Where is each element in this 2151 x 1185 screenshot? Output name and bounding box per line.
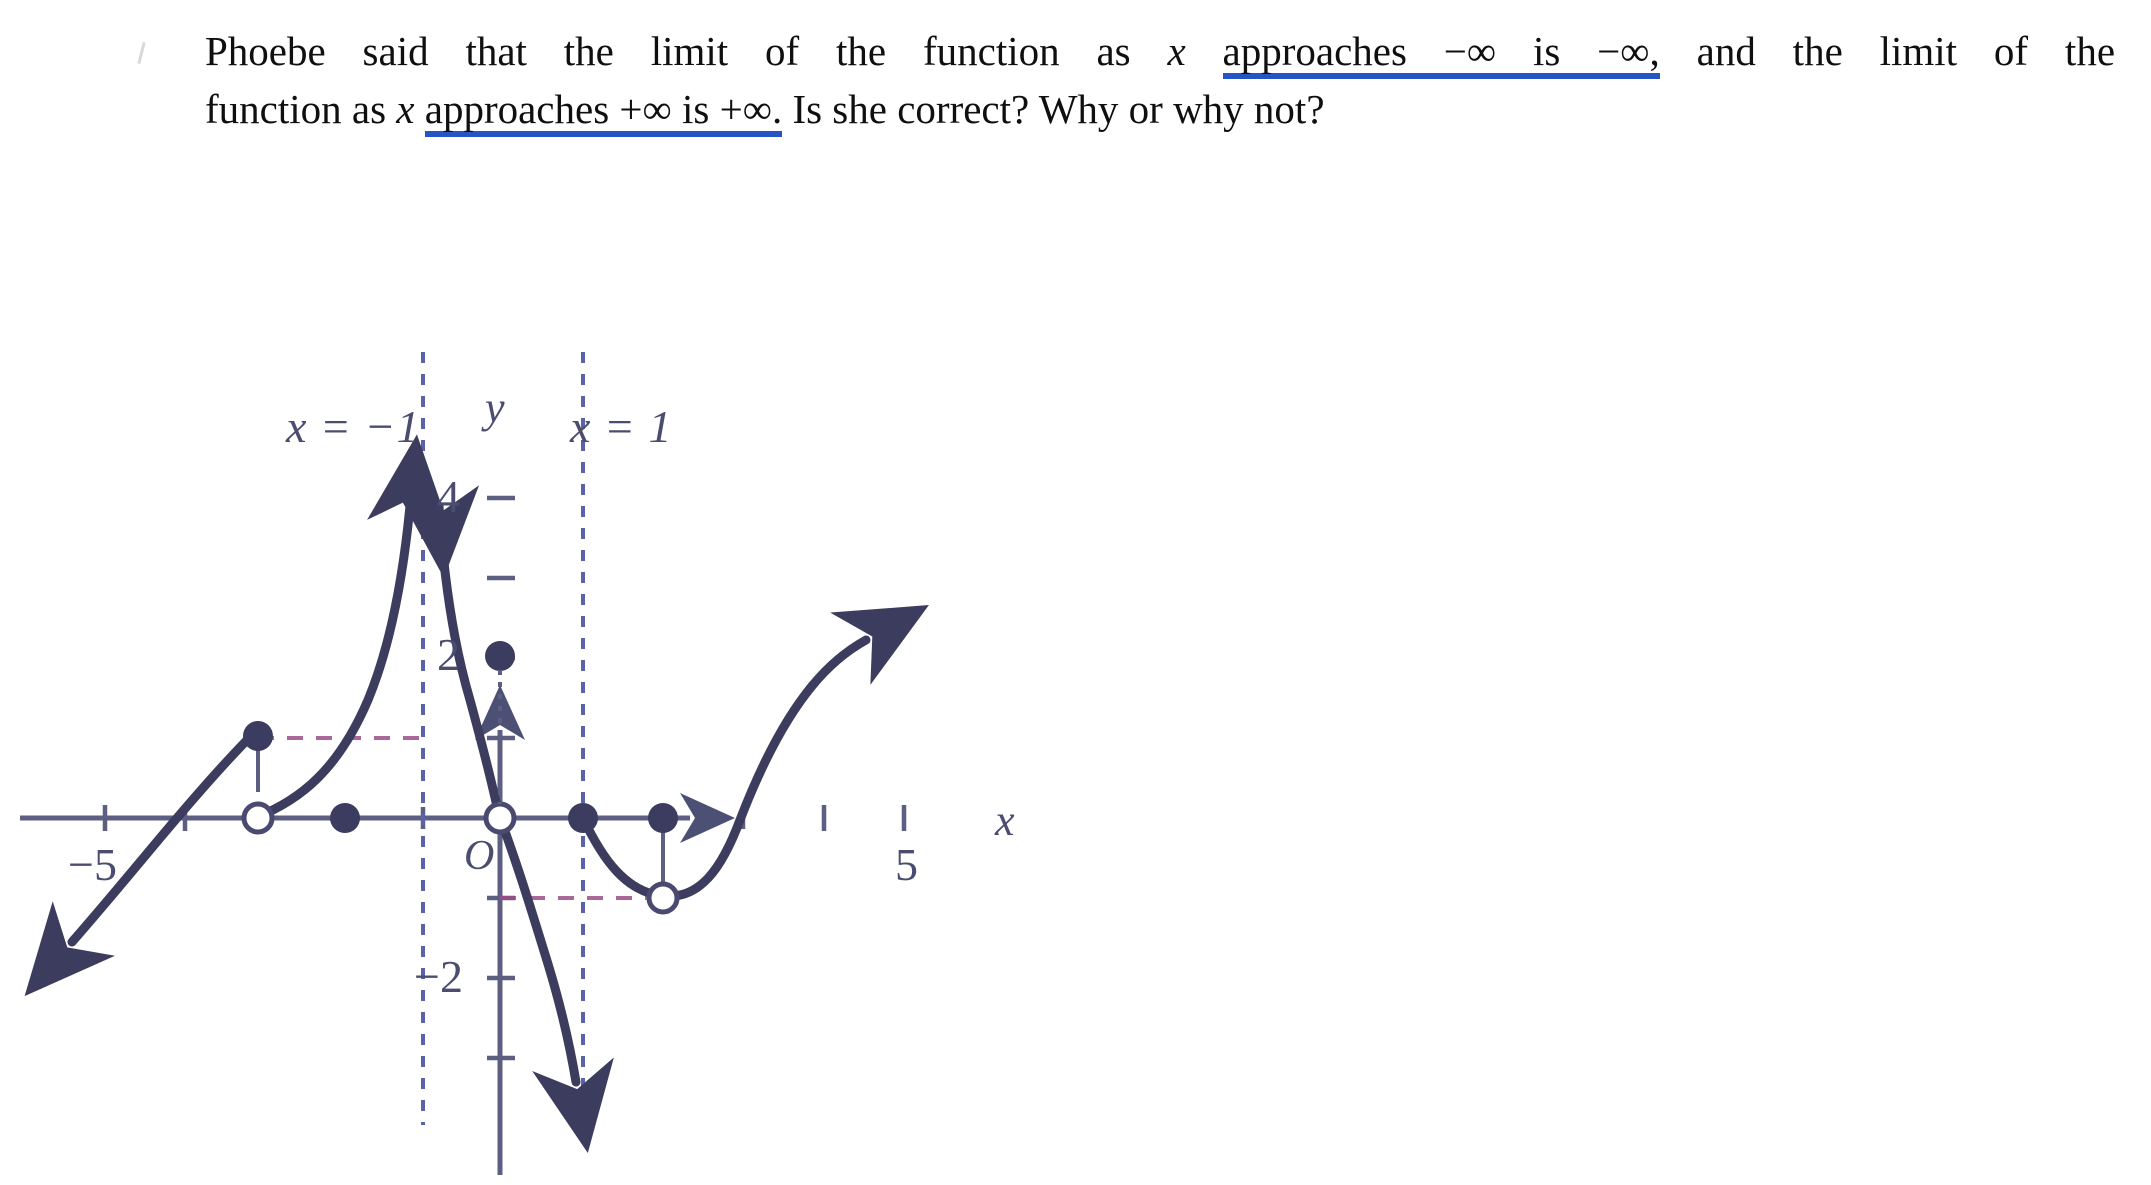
- y-tick-label-4: 4: [437, 471, 460, 522]
- question-line-2: function as x approaches +∞ is +∞. Is sh…: [205, 80, 2115, 138]
- open-point-2-neg1: [646, 881, 680, 915]
- filled-point-neg1p5-0: [330, 803, 360, 833]
- x-tick-label-5: 5: [895, 839, 918, 890]
- variable-x-2: x: [396, 86, 415, 133]
- asymptote-label-x-neg1: x = −1: [286, 401, 421, 452]
- question-text: Phoebe said that the limit of the functi…: [205, 22, 2115, 138]
- stray-scan-mark: [137, 41, 146, 65]
- variable-x-1: x: [1167, 28, 1186, 74]
- asymptote-label-x-pos1: x = 1: [570, 401, 673, 452]
- question-segment-1: Phoebe said that the limit of the functi…: [205, 28, 1168, 74]
- open-point-neg2-0: [241, 801, 275, 835]
- filled-point-2-0: [648, 803, 678, 833]
- y-tick-label-2: 2: [437, 629, 460, 680]
- curve-branches: [24, 434, 929, 1154]
- filled-point-neg2-1: [243, 721, 273, 751]
- filled-point-0-2: [485, 641, 515, 671]
- y-tick-label-neg2: −2: [414, 951, 463, 1002]
- filled-point-1-0: [568, 803, 598, 833]
- open-point-0-0: [483, 801, 517, 835]
- y-axis-label: y: [485, 383, 505, 432]
- question-line-1: Phoebe said that the limit of the functi…: [205, 22, 2115, 80]
- underlined-phrase-1[interactable]: approaches −∞ is −∞,: [1222, 28, 1660, 79]
- function-graph-figure: y y y y: [0, 330, 1050, 1185]
- middle-branch-lower: [495, 813, 614, 1154]
- origin-label: O: [464, 833, 495, 879]
- spacer-2: [415, 86, 425, 132]
- x-axis-label: x: [995, 796, 1015, 845]
- underlined-phrase-2[interactable]: approaches +∞ is +∞.: [424, 86, 783, 138]
- x-tick-label-neg5: −5: [68, 839, 117, 890]
- axes-group: [20, 685, 735, 1175]
- question-segment-4: Is she correct? Why or why not?: [782, 86, 1325, 133]
- left-asymptotic-branch: [252, 434, 450, 822]
- spacer-1: [1186, 28, 1223, 74]
- question-segment-3: function as: [205, 86, 397, 133]
- point-stems: [256, 740, 665, 882]
- right-parabola-branch: [578, 605, 929, 901]
- question-segment-2: and the limit of the: [1659, 28, 2116, 74]
